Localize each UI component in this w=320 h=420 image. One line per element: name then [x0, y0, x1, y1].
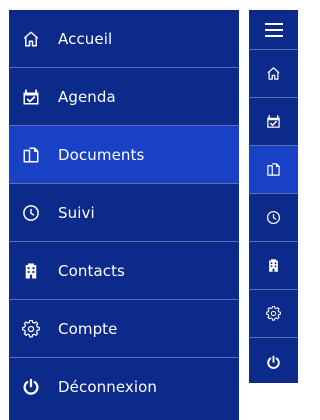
documents-icon — [266, 162, 281, 177]
rail-item-agenda[interactable] — [249, 98, 298, 146]
gear-icon — [22, 319, 40, 338]
menu-item-label: Agenda — [58, 87, 116, 106]
menu-toggle-button[interactable] — [249, 10, 298, 50]
menu-item-label: Déconnexion — [58, 378, 158, 396]
rail-item-deconnexion[interactable] — [249, 338, 298, 386]
building-icon — [266, 258, 281, 273]
sidebar-menu-collapsed — [249, 10, 298, 383]
home-icon — [22, 30, 40, 48]
rail-item-suivi[interactable] — [249, 194, 298, 242]
menu-item-label: Contacts — [58, 261, 125, 280]
menu-item-compte[interactable]: Compte — [9, 300, 239, 358]
menu-item-label: Accueil — [58, 29, 113, 48]
clock-icon — [22, 204, 40, 222]
home-icon — [266, 66, 281, 81]
power-icon — [266, 355, 281, 370]
menu-item-agenda[interactable]: Agenda — [9, 68, 239, 126]
menu-item-label: Suivi — [58, 203, 95, 222]
gear-icon — [266, 306, 281, 321]
menu-item-contacts[interactable]: Contacts — [9, 242, 239, 300]
clock-icon — [266, 210, 281, 225]
menu-item-deconnexion[interactable]: Déconnexion — [9, 358, 239, 416]
power-icon — [22, 378, 40, 396]
building-icon — [22, 262, 40, 280]
rail-item-contacts[interactable] — [249, 242, 298, 290]
rail-item-documents[interactable] — [249, 146, 298, 194]
menu-item-accueil[interactable]: Accueil — [9, 10, 239, 68]
menu-item-label: Compte — [58, 319, 118, 338]
rail-item-compte[interactable] — [249, 290, 298, 338]
sidebar-menu-expanded: Accueil Agenda Documents Suivi Contacts … — [9, 10, 239, 420]
calendar-icon — [22, 88, 40, 106]
menu-item-suivi[interactable]: Suivi — [9, 184, 239, 242]
hamburger-icon — [264, 22, 283, 38]
menu-item-label: Documents — [58, 145, 145, 164]
menu-item-documents[interactable]: Documents — [9, 126, 239, 184]
rail-item-accueil[interactable] — [249, 50, 298, 98]
documents-icon — [22, 146, 40, 164]
calendar-icon — [266, 114, 281, 129]
